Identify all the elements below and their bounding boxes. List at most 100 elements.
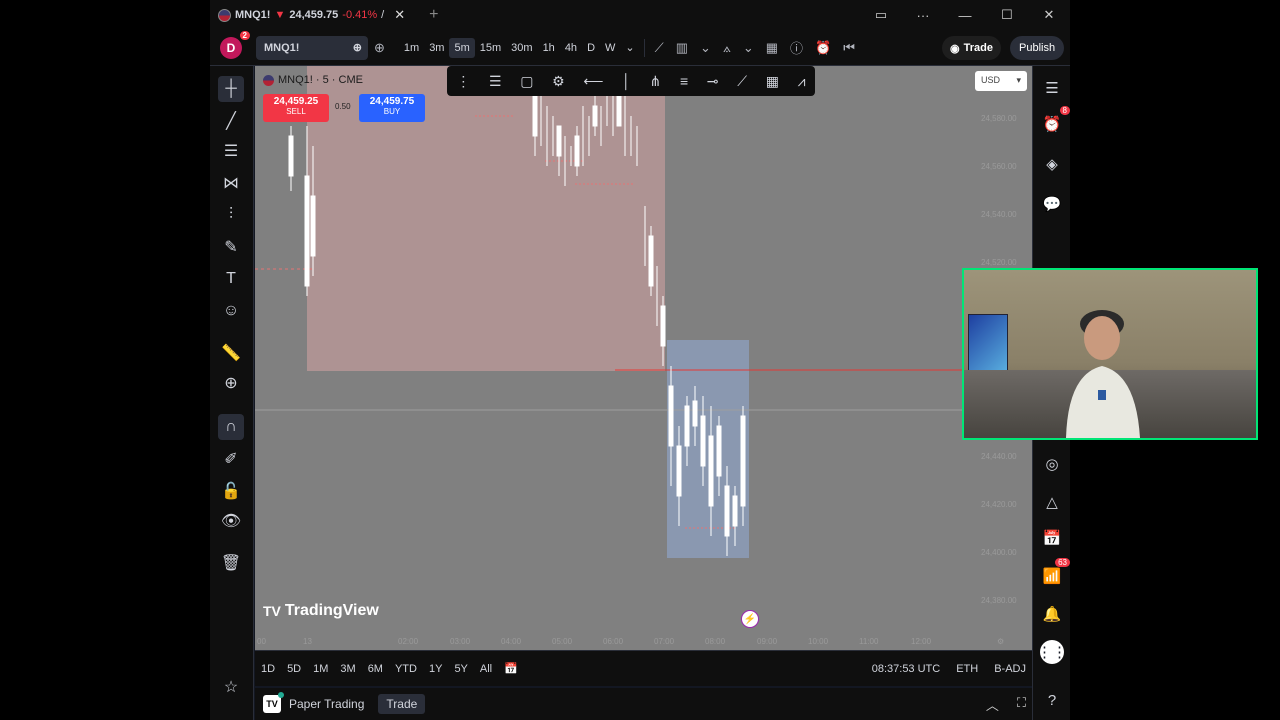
eye-icon[interactable]: 👁 bbox=[218, 508, 244, 534]
avatar[interactable]: D 2 bbox=[220, 30, 250, 59]
emoji-icon[interactable]: ☺ bbox=[218, 298, 244, 324]
vertical-line-icon[interactable]: │ bbox=[622, 73, 631, 89]
paper-trading-label[interactable]: Paper Trading bbox=[289, 697, 364, 711]
lightning-icon[interactable]: ⚡ bbox=[741, 610, 759, 628]
publish-button[interactable]: Publish bbox=[1010, 36, 1065, 60]
interval-3m[interactable]: 3m bbox=[424, 38, 449, 58]
calendar-icon[interactable]: 📅 bbox=[498, 662, 524, 675]
interval-30m[interactable]: 30m bbox=[506, 38, 537, 58]
add-tab-icon[interactable]: + bbox=[429, 6, 438, 24]
watchlist-icon[interactable]: ☰ bbox=[1040, 76, 1064, 100]
apps-icon[interactable]: ⋮⋮ bbox=[1037, 640, 1067, 664]
horizontal-ray-icon[interactable]: ⟵ bbox=[583, 73, 603, 90]
more-icon[interactable]: ··· bbox=[902, 8, 944, 23]
trendline-icon[interactable]: ⟋ bbox=[737, 73, 747, 90]
help-icon[interactable]: ? bbox=[1040, 688, 1064, 712]
maximize-icon[interactable]: ☐ bbox=[986, 7, 1028, 23]
trash-icon[interactable]: 🗑 bbox=[218, 550, 244, 576]
template-icon[interactable]: ☰ bbox=[489, 73, 502, 90]
interval-15m[interactable]: 15m bbox=[475, 38, 506, 58]
trade-tab-button[interactable]: Trade bbox=[378, 694, 426, 714]
range-5d[interactable]: 5D bbox=[281, 663, 307, 675]
session-toggle[interactable]: ETH bbox=[956, 663, 978, 675]
interval-d[interactable]: D bbox=[582, 38, 600, 58]
lines-icon[interactable]: ≡ bbox=[680, 73, 688, 89]
rectangle-icon[interactable]: ▢ bbox=[520, 73, 533, 90]
pitchfork-icon[interactable]: ⋔ bbox=[650, 73, 662, 90]
chart-legend[interactable]: MNQ1! · 5 · CME bbox=[263, 74, 363, 86]
chart-tab[interactable]: MNQ1! ▼ 24,459.75 -0.41% / ✕ bbox=[210, 0, 413, 30]
path-icon[interactable]: ⩘ bbox=[798, 73, 806, 90]
magnet-icon[interactable]: ∩ bbox=[218, 414, 244, 440]
candles-icon[interactable]: ▥ bbox=[670, 40, 694, 56]
stay-drawing-icon[interactable]: ✐ bbox=[218, 446, 244, 472]
price-label: 24,420.00 bbox=[981, 500, 1017, 509]
crosshair-icon[interactable]: ┼ bbox=[218, 76, 244, 102]
interval-1m[interactable]: 1m bbox=[399, 38, 424, 58]
screen-icon[interactable]: ▭ bbox=[860, 7, 902, 23]
indicators-icon[interactable]: ⟑ bbox=[717, 40, 737, 56]
alarm-icon[interactable]: ⏰ 8 bbox=[1040, 106, 1070, 136]
fib-icon[interactable]: ☰ bbox=[218, 138, 244, 164]
chat-icon[interactable]: 💬 bbox=[1040, 192, 1064, 216]
tab-price: 24,459.75 bbox=[289, 9, 339, 21]
minimize-icon[interactable]: — bbox=[944, 8, 986, 23]
replay-icon[interactable]: ⏮ bbox=[837, 40, 861, 56]
horizontal-line-icon[interactable]: ⊸ bbox=[707, 73, 719, 90]
range-5y[interactable]: 5Y bbox=[448, 663, 473, 675]
chevron-up-icon[interactable]: ︿ bbox=[986, 695, 999, 714]
buy-price: 24,459.75 bbox=[369, 96, 415, 107]
range-6m[interactable]: 6M bbox=[362, 663, 389, 675]
close-window-icon[interactable]: ✕ bbox=[1028, 7, 1070, 23]
target-icon[interactable]: ◎ bbox=[1040, 452, 1064, 476]
projection-icon[interactable]: ⫶ bbox=[218, 202, 244, 228]
symbol-search[interactable]: MNQ1! ⊕ bbox=[256, 35, 368, 60]
calendar-icon[interactable]: 📅 bbox=[1040, 526, 1064, 550]
interval-1h[interactable]: 1h bbox=[538, 38, 560, 58]
add-symbol-icon[interactable]: ⊕ bbox=[368, 40, 391, 56]
brush-icon[interactable]: ✎ bbox=[218, 234, 244, 260]
interval-4h[interactable]: 4h bbox=[560, 38, 582, 58]
maximize-panel-icon[interactable]: ⛶ bbox=[1017, 695, 1026, 714]
text-icon[interactable]: T bbox=[218, 266, 244, 292]
pattern-icon[interactable]: ⋈ bbox=[218, 170, 244, 196]
lock-icon[interactable]: 🔓 bbox=[218, 478, 244, 504]
ideas-icon[interactable]: △ bbox=[1040, 490, 1064, 514]
time-axis[interactable]: 00 13 02:00 03:00 04:00 05:00 06:00 07:0… bbox=[255, 634, 1032, 650]
chevron-down-icon[interactable]: ⌄ bbox=[620, 37, 639, 58]
trade-button[interactable]: ◉ Trade bbox=[942, 36, 1001, 60]
alarm-clock-icon[interactable]: ⏰ bbox=[809, 40, 837, 56]
close-tab-icon[interactable]: ✕ bbox=[394, 7, 405, 23]
drag-handle-icon[interactable]: ⋮ bbox=[456, 73, 470, 90]
interval-w[interactable]: W bbox=[600, 38, 620, 58]
chevron-down-icon[interactable]: ⌄ bbox=[737, 40, 760, 56]
zoom-icon[interactable]: ⊕ bbox=[218, 370, 244, 396]
chevron-down-icon[interactable]: ⌄ bbox=[694, 40, 717, 56]
range-ytd[interactable]: YTD bbox=[389, 663, 423, 675]
line-chart-icon[interactable]: ⟋ bbox=[649, 40, 670, 56]
range-all[interactable]: All bbox=[474, 663, 498, 675]
layers-icon[interactable]: ◈ bbox=[1040, 152, 1064, 176]
bell-icon[interactable]: 🔔 bbox=[1040, 602, 1064, 626]
clock[interactable]: 08:37:53 UTC bbox=[872, 663, 940, 675]
compare-icon[interactable]: ⊕ bbox=[353, 41, 362, 54]
ruler-icon[interactable]: 📏 bbox=[218, 340, 244, 366]
adjustment-toggle[interactable]: B-ADJ bbox=[994, 663, 1026, 675]
templates-icon[interactable]: ▦ bbox=[760, 40, 784, 56]
chart-canvas[interactable]: MNQ1! · 5 · CME 24,459.25 SELL 0.50 24,4… bbox=[255, 66, 1032, 634]
interval-5m[interactable]: 5m bbox=[449, 37, 475, 58]
sell-button[interactable]: 24,459.25 SELL bbox=[263, 94, 329, 122]
star-icon[interactable]: ☆ bbox=[218, 674, 244, 700]
news-icon[interactable]: 📶 63 bbox=[1040, 558, 1070, 588]
time-label: 08:00 bbox=[705, 637, 726, 646]
range-1d[interactable]: 1D bbox=[255, 663, 281, 675]
buy-button[interactable]: 24,459.75 BUY bbox=[359, 94, 425, 122]
trend-line-icon[interactable]: ╱ bbox=[218, 108, 244, 134]
range-3m[interactable]: 3M bbox=[334, 663, 361, 675]
settings-icon[interactable]: ⚙ bbox=[552, 73, 565, 90]
alert-icon[interactable]: ⓘ bbox=[784, 38, 809, 57]
grid-icon[interactable]: ▦ bbox=[766, 73, 779, 90]
range-1m[interactable]: 1M bbox=[307, 663, 334, 675]
range-1y[interactable]: 1Y bbox=[423, 663, 448, 675]
settings-icon[interactable]: ⚙ bbox=[997, 637, 1004, 646]
